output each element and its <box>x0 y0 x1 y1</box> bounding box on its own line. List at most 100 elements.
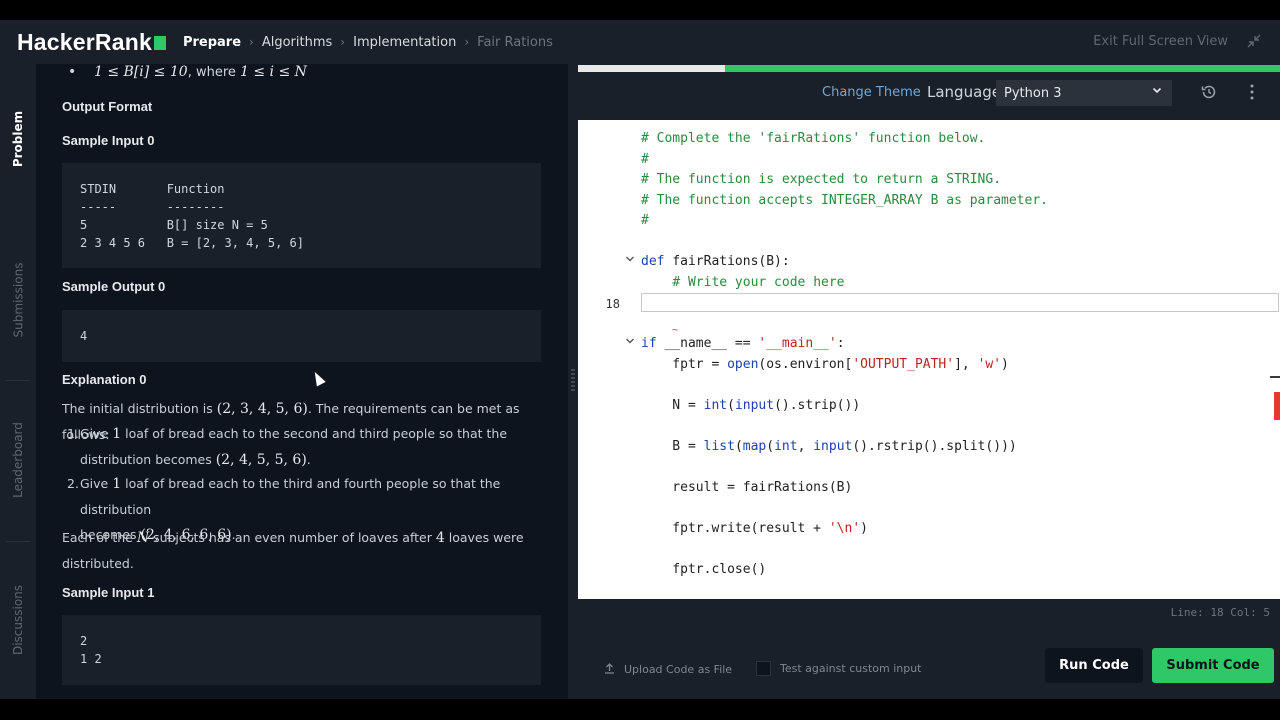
code-text: # <box>641 151 649 167</box>
letterbox-top <box>0 0 1280 20</box>
explanation-summary: Each of the N subjects has an even numbe… <box>62 530 524 571</box>
language-label: Language <box>927 83 1002 101</box>
code-text: # Complete the 'fairRations' function be… <box>641 131 986 146</box>
step-number: 2. <box>67 476 79 491</box>
code-line[interactable]: if __name__ == '__main__': <box>578 335 1280 355</box>
custom-input-label[interactable]: Test against custom input <box>780 662 922 675</box>
code-text: fptr.close() <box>641 561 767 577</box>
code-editor[interactable]: ~ # Complete the 'fairRations' function … <box>578 120 1280 599</box>
code-line[interactable] <box>578 417 1280 437</box>
code-line[interactable] <box>578 376 1280 396</box>
breadcrumb-algorithms[interactable]: Algorithms <box>262 35 332 50</box>
code-line[interactable]: result = fairRations(B) <box>578 479 1280 499</box>
language-value: Python 3 <box>1004 86 1062 101</box>
sample-output-0-box: 4 <box>62 310 541 362</box>
tab-divider <box>6 380 30 381</box>
code-line[interactable]: # <box>578 151 1280 171</box>
submit-code-button[interactable]: Submit Code <box>1152 648 1274 683</box>
code-text: fptr.write(result + '\n') <box>641 520 868 536</box>
code-line: 5 B[] size N = 5 <box>80 218 268 232</box>
code-line[interactable] <box>578 458 1280 478</box>
upload-code-link[interactable]: Upload Code as File <box>604 662 732 677</box>
chevron-right-icon: › <box>249 35 254 49</box>
letterbox-bottom <box>0 699 1280 720</box>
tab-discussions[interactable]: Discussions <box>0 584 36 656</box>
tab-problem[interactable]: Problem <box>0 104 36 174</box>
code-line[interactable] <box>578 540 1280 560</box>
chevron-right-icon: › <box>340 35 346 49</box>
drag-handle-icon[interactable] <box>571 368 575 394</box>
code-line[interactable] <box>578 315 1280 335</box>
compress-icon[interactable] <box>1246 33 1262 49</box>
line-number: 18 <box>605 297 620 311</box>
code-line[interactable] <box>578 233 1280 253</box>
tab-submissions[interactable]: Submissions <box>0 263 36 338</box>
code-line[interactable]: fptr.write(result + '\n') <box>578 520 1280 540</box>
code-text: # Write your code here <box>672 274 845 290</box>
code-line: ----- -------- <box>80 200 225 214</box>
tab-leaderboard[interactable]: Leaderboard <box>0 422 36 498</box>
sample-input-1-box: 2 1 2 <box>62 615 541 685</box>
problem-pane[interactable]: • 1 ≤ B[i] ≤ 10, where 1 ≤ i ≤ N Output … <box>36 64 568 699</box>
code-line[interactable]: # The function accepts INTEGER_ARRAY B a… <box>578 192 1280 212</box>
breadcrumb: Prepare › Algorithms › Implementation › … <box>183 35 553 50</box>
code-line[interactable]: # Complete the 'fairRations' function be… <box>578 130 1280 150</box>
breadcrumb-fair-rations: Fair Rations <box>477 34 553 50</box>
step-number: 1. <box>67 426 79 441</box>
code-line[interactable]: fptr.close() <box>578 561 1280 581</box>
code-text: N = int(input().strip()) <box>641 397 861 413</box>
logo-square <box>153 36 166 50</box>
language-select[interactable]: Python 3 <box>996 80 1172 106</box>
progress-fill <box>725 65 1280 72</box>
chevron-down-icon <box>1151 84 1163 99</box>
vertical-tab-bar: Problem Submissions Leaderboard Discussi… <box>0 64 36 699</box>
code-line: 2 <box>80 634 88 648</box>
cursor-position-status: Line: 18 Col: 5 <box>1170 606 1270 619</box>
code-line-current[interactable]: 18 <box>578 294 1280 314</box>
code-text: if __name__ == '__main__': <box>641 336 845 351</box>
code-text: fptr = open(os.environ['OUTPUT_PATH'], '… <box>641 356 1009 372</box>
code-text: # The function is expected to return a S… <box>641 172 1002 187</box>
code-line[interactable]: B = list(map(int, input().rstrip().split… <box>578 438 1280 458</box>
code-line[interactable] <box>578 499 1280 519</box>
code-line[interactable]: def fairRations(B): <box>578 253 1280 273</box>
code-line[interactable]: # Write your code here <box>578 274 1280 294</box>
code-line[interactable]: fptr = open(os.environ['OUTPUT_PATH'], '… <box>578 356 1280 376</box>
progress-bar <box>578 65 1280 72</box>
code-line: STDIN Function <box>80 182 225 196</box>
constraint-text: 1 ≤ B[i] ≤ 10, where 1 ≤ i ≤ N <box>94 64 307 80</box>
custom-input-checkbox[interactable] <box>756 661 771 676</box>
run-code-button[interactable]: Run Code <box>1045 648 1143 683</box>
fold-chevron-icon[interactable] <box>625 336 635 349</box>
code-line[interactable]: N = int(input().strip()) <box>578 397 1280 417</box>
code-text: B = list(map(int, input().rstrip().split… <box>641 438 1017 454</box>
code-line[interactable]: # <box>578 212 1280 232</box>
breadcrumb-implementation[interactable]: Implementation <box>353 35 456 50</box>
editor-toolbar: Change Theme Language Python 3 <box>578 72 1280 112</box>
code-line: 2 3 4 5 6 B = [2, 3, 4, 5, 6] <box>80 236 304 250</box>
code-text: # <box>641 213 649 228</box>
tab-divider <box>6 541 30 542</box>
code-line[interactable]: # The function is expected to return a S… <box>578 171 1280 191</box>
sample-input-0-box: STDIN Function ----- -------- 5 B[] size… <box>62 163 541 268</box>
exit-fullscreen-link[interactable]: Exit Full Screen View <box>1093 34 1228 49</box>
sample-input-0-title: Sample Input 0 <box>62 133 155 148</box>
history-icon[interactable] <box>1200 83 1218 105</box>
output-format-title: Output Format <box>62 99 153 114</box>
breadcrumb-prepare[interactable]: Prepare <box>183 35 241 50</box>
hackerrank-logo[interactable]: HackerRank <box>17 29 166 56</box>
more-vertical-icon[interactable] <box>1249 83 1255 105</box>
code-line: 1 2 <box>80 652 102 666</box>
top-header: HackerRank Prepare › Algorithms › Implem… <box>0 20 1280 64</box>
code-line: 4 <box>80 329 88 343</box>
code-text: def fairRations(B): <box>641 254 790 269</box>
chevron-right-icon: › <box>464 35 470 49</box>
fold-chevron-icon[interactable] <box>625 254 635 267</box>
bullet: • <box>68 64 77 80</box>
upload-icon <box>604 662 615 677</box>
change-theme-link[interactable]: Change Theme <box>822 85 921 100</box>
sample-input-1-title: Sample Input 1 <box>62 585 155 600</box>
code-text: result = fairRations(B) <box>641 479 853 495</box>
step-1: Give 1 loaf of bread each to the second … <box>80 426 508 468</box>
code-text: # The function accepts INTEGER_ARRAY B a… <box>641 192 1048 208</box>
